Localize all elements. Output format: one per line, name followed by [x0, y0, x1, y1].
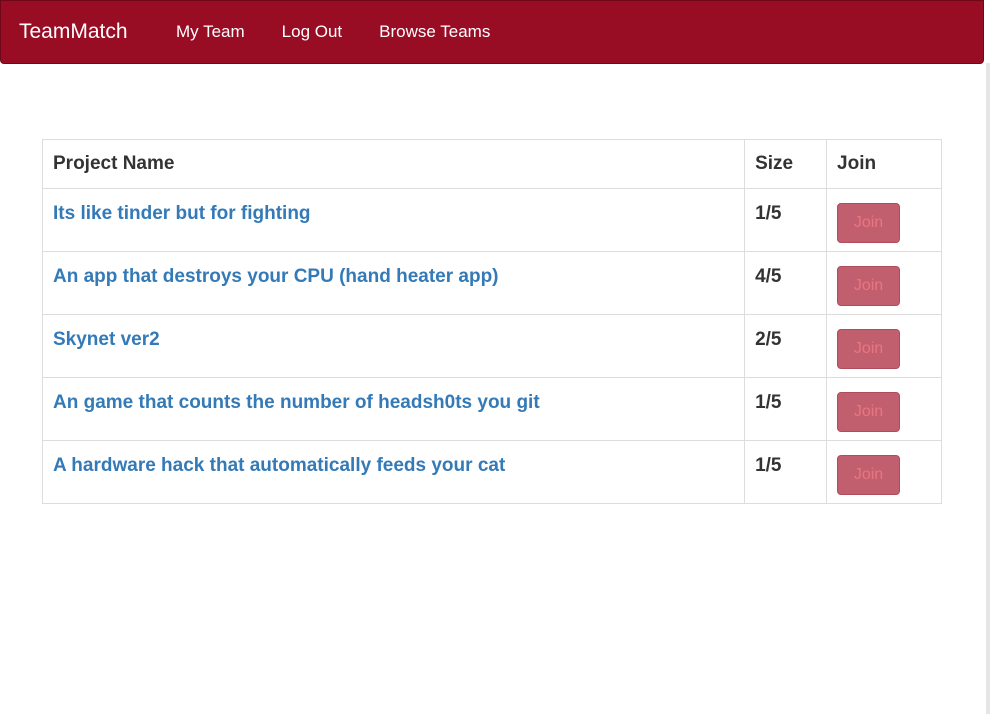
header-project-name: Project Name — [41, 139, 746, 189]
window-edge — [986, 63, 990, 714]
team-size: 1/5 — [755, 392, 782, 413]
project-cell: A hardware hack that automatically feeds… — [41, 440, 746, 504]
join-cell: Join — [826, 377, 942, 441]
join-cell: Join — [826, 251, 942, 315]
teams-table: Project Name Size Join Its like tinder b… — [41, 139, 942, 504]
size-cell: 2/5 — [744, 314, 828, 378]
project-cell: Skynet ver2 — [41, 314, 746, 378]
table-row: A hardware hack that automatically feeds… — [41, 440, 942, 504]
join-button[interactable]: Join — [837, 203, 901, 243]
table-row: An game that counts the number of headsh… — [41, 377, 942, 441]
nav-my-team[interactable]: My Team — [176, 22, 245, 42]
team-size: 4/5 — [755, 266, 782, 287]
size-cell: 1/5 — [744, 377, 828, 441]
nav-log-out[interactable]: Log Out — [282, 22, 343, 42]
size-cell: 1/5 — [744, 188, 828, 252]
size-cell: 1/5 — [744, 440, 828, 504]
header-join: Join — [826, 139, 942, 189]
project-cell: An game that counts the number of headsh… — [41, 377, 746, 441]
nav-browse-teams[interactable]: Browse Teams — [379, 22, 490, 42]
table-header-row: Project Name Size Join — [41, 139, 942, 189]
project-link[interactable]: Skynet ver2 — [53, 329, 160, 350]
team-size: 1/5 — [755, 203, 782, 224]
join-cell: Join — [826, 188, 942, 252]
brand-link[interactable]: TeamMatch — [19, 20, 176, 44]
project-link[interactable]: An game that counts the number of headsh… — [53, 392, 540, 413]
project-link[interactable]: A hardware hack that automatically feeds… — [53, 455, 505, 476]
table-row: Its like tinder but for fighting 1/5 Joi… — [41, 188, 942, 252]
join-cell: Join — [826, 314, 942, 378]
join-button[interactable]: Join — [837, 455, 901, 495]
project-link[interactable]: An app that destroys your CPU (hand heat… — [53, 266, 499, 287]
team-size: 1/5 — [755, 455, 782, 476]
top-navbar: TeamMatch My Team Log Out Browse Teams — [0, 0, 984, 64]
size-cell: 4/5 — [744, 251, 828, 315]
project-cell: An app that destroys your CPU (hand heat… — [41, 251, 746, 315]
join-button[interactable]: Join — [837, 329, 901, 369]
project-link[interactable]: Its like tinder but for fighting — [53, 203, 311, 224]
project-cell: Its like tinder but for fighting — [41, 188, 746, 252]
join-button[interactable]: Join — [837, 266, 901, 306]
team-size: 2/5 — [755, 329, 782, 350]
join-cell: Join — [826, 440, 942, 504]
table-row: An app that destroys your CPU (hand heat… — [41, 251, 942, 315]
join-button[interactable]: Join — [837, 392, 901, 432]
header-size: Size — [744, 139, 828, 189]
table-row: Skynet ver2 2/5 Join — [41, 314, 942, 378]
